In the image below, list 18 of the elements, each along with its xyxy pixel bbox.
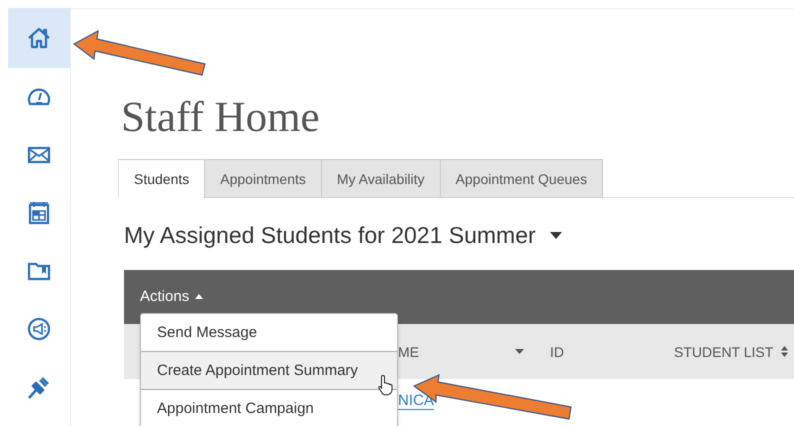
caret-icon[interactable] bbox=[550, 232, 562, 238]
sidebar-item[interactable] bbox=[8, 8, 70, 68]
actions-button[interactable]: Actions bbox=[136, 288, 208, 304]
column-header[interactable]: STUDENT LIST bbox=[674, 344, 774, 360]
column-header[interactable]: ID bbox=[550, 344, 564, 360]
section-title: My Assigned Students for 2021 Summer bbox=[124, 222, 536, 248]
tab[interactable]: Appointment Queues bbox=[440, 159, 604, 198]
tab[interactable]: My Availability bbox=[322, 159, 441, 198]
tab[interactable]: Appointments bbox=[205, 159, 322, 198]
menu-item[interactable]: Create Appointment Summary bbox=[141, 352, 397, 390]
megaphone-icon bbox=[25, 315, 53, 343]
page-title: Staff Home bbox=[121, 95, 321, 141]
pointer-cursor-icon bbox=[378, 374, 394, 396]
caret-icon[interactable] bbox=[515, 349, 524, 354]
caret-icon bbox=[195, 294, 204, 298]
tab[interactable]: Students bbox=[118, 159, 206, 198]
sort-icon[interactable] bbox=[781, 346, 788, 357]
column-header[interactable]: ME bbox=[398, 344, 419, 360]
